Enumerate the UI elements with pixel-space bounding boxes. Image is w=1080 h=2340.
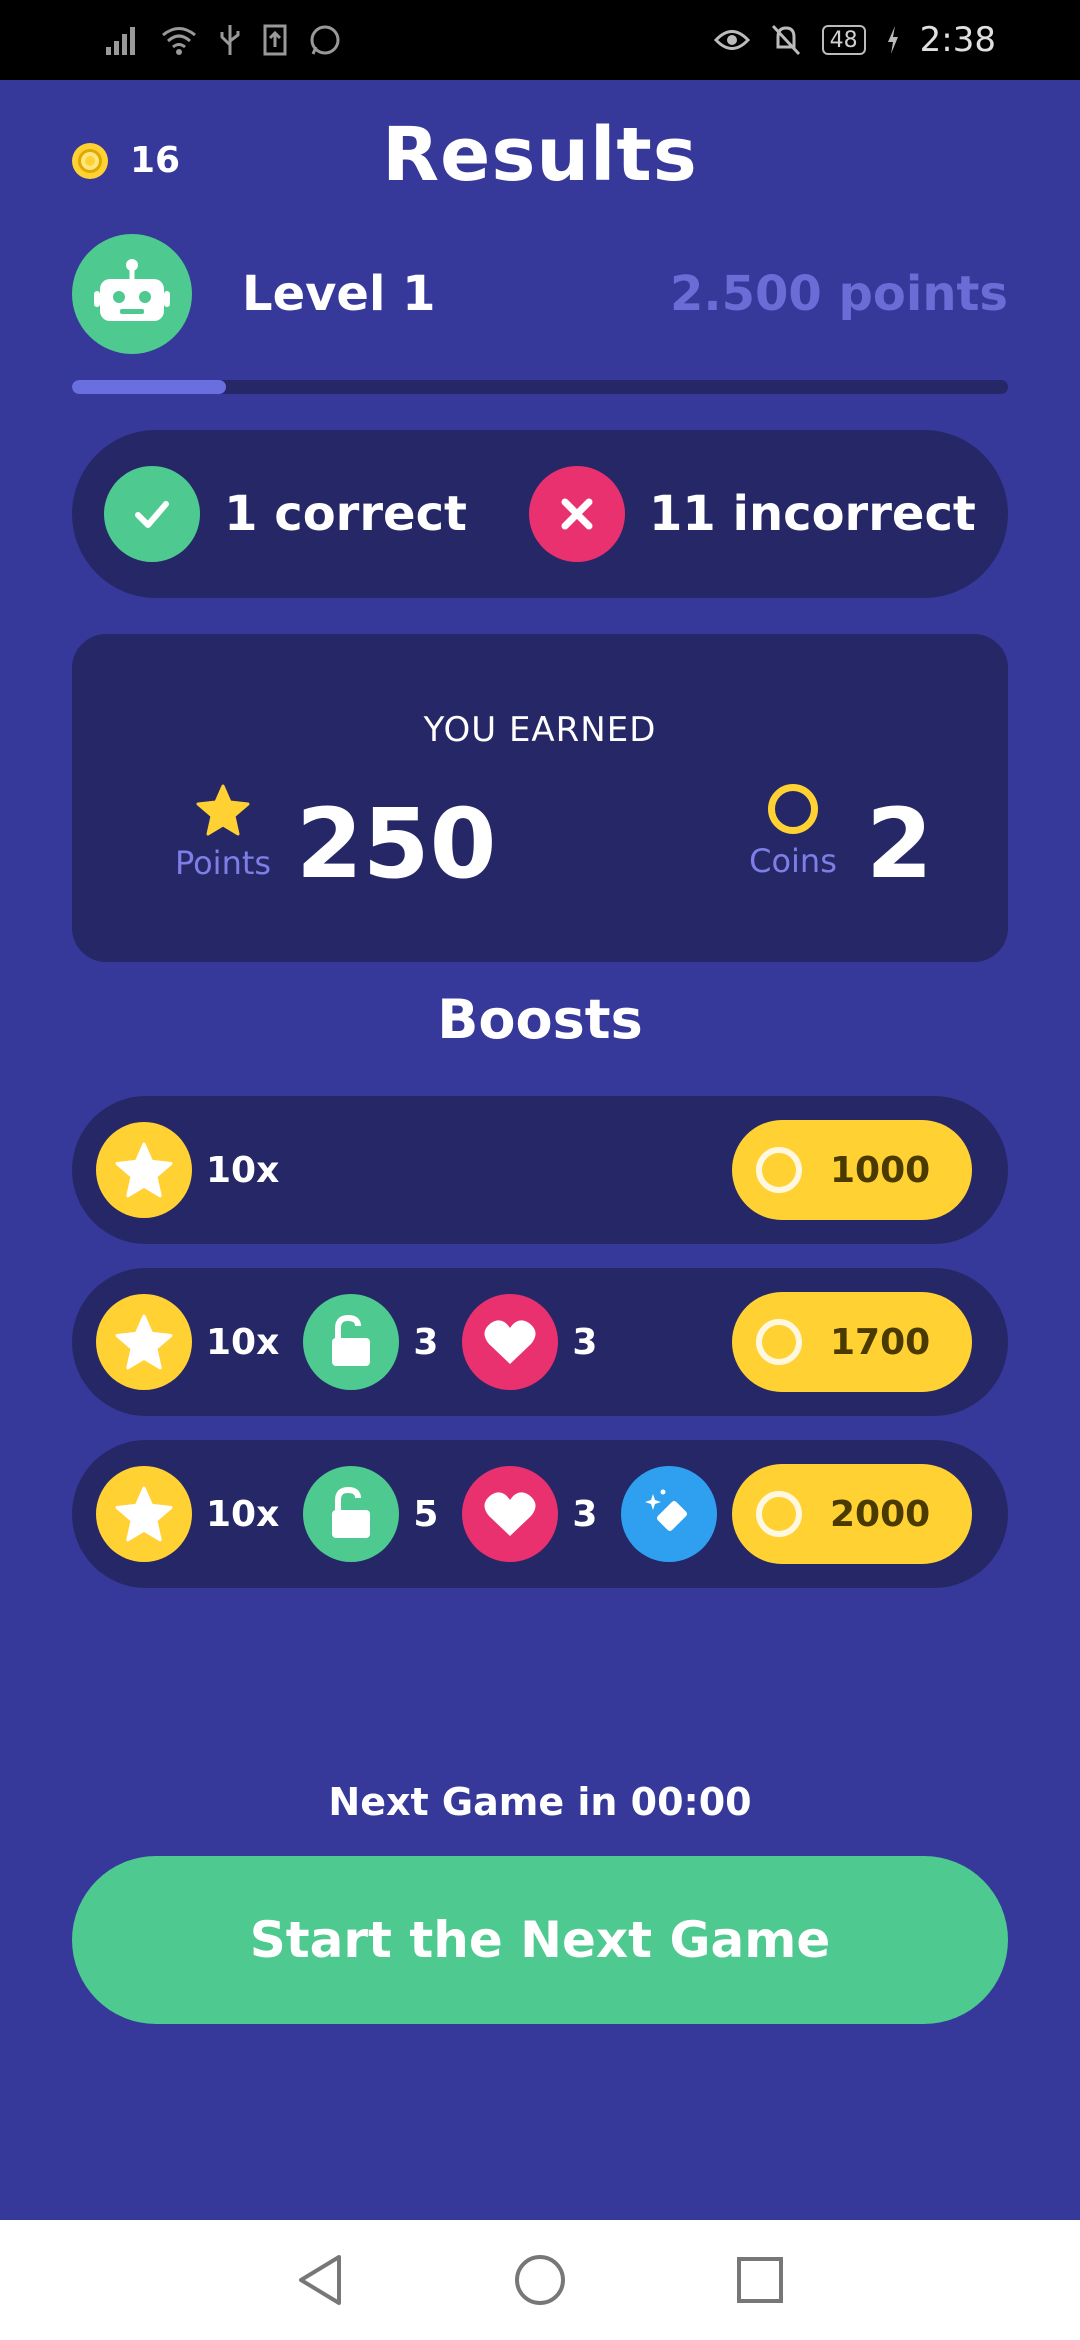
signal-icon — [106, 27, 135, 55]
level-points: 2.500 points — [669, 266, 1008, 322]
recents-icon[interactable] — [730, 2250, 790, 2310]
start-next-game-button[interactable]: Start the Next Game — [72, 1856, 1008, 2024]
star-icon — [96, 1122, 192, 1218]
points-value: 250 — [296, 788, 497, 900]
coin-icon — [756, 1491, 802, 1537]
coin-icon — [756, 1319, 802, 1365]
status-time: 2:38 — [919, 20, 996, 60]
incorrect-count: 11 incorrect — [528, 466, 976, 562]
level-label: Level 1 — [242, 266, 436, 322]
earned-coins: Coins 2 — [738, 784, 958, 904]
coins-value: 2 — [866, 788, 933, 900]
heart-quantity: 3 — [572, 1321, 598, 1363]
answers-summary: 1 correct 11 incorrect — [72, 430, 1008, 598]
buy-boost-button[interactable]: 1700 — [732, 1292, 972, 1392]
magic-eraser-icon — [621, 1466, 718, 1562]
status-bar: 48 2:38 — [0, 0, 1080, 80]
boost-row-1[interactable]: 10x 1000 — [72, 1096, 1008, 1244]
earned-points-icon-col: Points — [168, 784, 278, 904]
heart-quantity: 3 — [572, 1493, 598, 1535]
bell-off-icon — [771, 24, 800, 56]
buy-boost-button[interactable]: 2000 — [732, 1464, 972, 1564]
star-quantity: 10x — [206, 1493, 280, 1535]
check-icon — [104, 466, 201, 562]
earned-coins-icon-col: Coins — [738, 784, 848, 904]
boost-items: 10x 3 3 — [96, 1294, 621, 1390]
page-title: Results — [382, 112, 698, 198]
correct-count: 1 correct — [104, 466, 467, 562]
boost-items: 10x — [96, 1122, 303, 1218]
star-icon — [196, 784, 250, 836]
boost-row-2[interactable]: 10x 3 3 1700 — [72, 1268, 1008, 1416]
next-game-countdown: Next Game in 00:00 — [328, 1780, 752, 1824]
coins-label: Coins — [749, 842, 837, 880]
buy-boost-button[interactable]: 1000 — [732, 1120, 972, 1220]
earned-points: Points 250 — [168, 784, 508, 904]
correct-label: 1 correct — [224, 486, 467, 542]
coin-icon — [768, 784, 818, 834]
star-icon — [96, 1294, 192, 1390]
unlock-quantity: 5 — [413, 1493, 439, 1535]
level-row: Level 1 2.500 points — [72, 234, 1008, 360]
level-progress-bar — [72, 380, 1008, 394]
boosts-title: Boosts — [437, 988, 643, 1051]
eye-icon — [713, 30, 750, 50]
coin-icon — [756, 1147, 802, 1193]
charging-icon — [887, 26, 898, 54]
wifi-icon — [162, 27, 196, 55]
heart-icon — [462, 1466, 559, 1562]
whatsapp-icon — [310, 25, 340, 55]
header: 16 Results — [0, 80, 1080, 240]
star-quantity: 10x — [206, 1149, 280, 1191]
cross-icon — [528, 466, 625, 562]
earned-panel: YOU EARNED Points 250 Coins 2 — [72, 634, 1008, 962]
status-icons-left — [104, 23, 342, 57]
star-icon — [96, 1466, 192, 1562]
level-progress-fill — [72, 380, 227, 394]
incorrect-label: 11 incorrect — [648, 486, 976, 542]
boost-price: 1000 — [830, 1149, 931, 1191]
boost-price: 1700 — [830, 1321, 931, 1363]
home-icon[interactable] — [510, 2250, 570, 2310]
battery-icon: 48 — [821, 25, 866, 55]
usb-icon — [220, 25, 240, 55]
earned-title: YOU EARNED — [423, 710, 657, 750]
unlock-quantity: 3 — [413, 1321, 439, 1363]
heart-icon — [462, 1294, 559, 1390]
status-icons-right: 48 2:38 — [713, 20, 996, 60]
star-quantity: 10x — [206, 1321, 280, 1363]
boost-price: 2000 — [830, 1493, 931, 1535]
unlock-icon — [303, 1294, 400, 1390]
boost-items: 10x 5 3 1 — [96, 1466, 732, 1562]
back-icon[interactable] — [290, 2250, 350, 2310]
unlock-icon — [303, 1466, 400, 1562]
points-label: Points — [174, 844, 272, 882]
upload-icon — [263, 24, 287, 56]
boost-row-3[interactable]: 10x 5 3 1 2000 — [72, 1440, 1008, 1588]
navigation-bar — [0, 2220, 1080, 2340]
robot-avatar-icon — [72, 234, 192, 354]
